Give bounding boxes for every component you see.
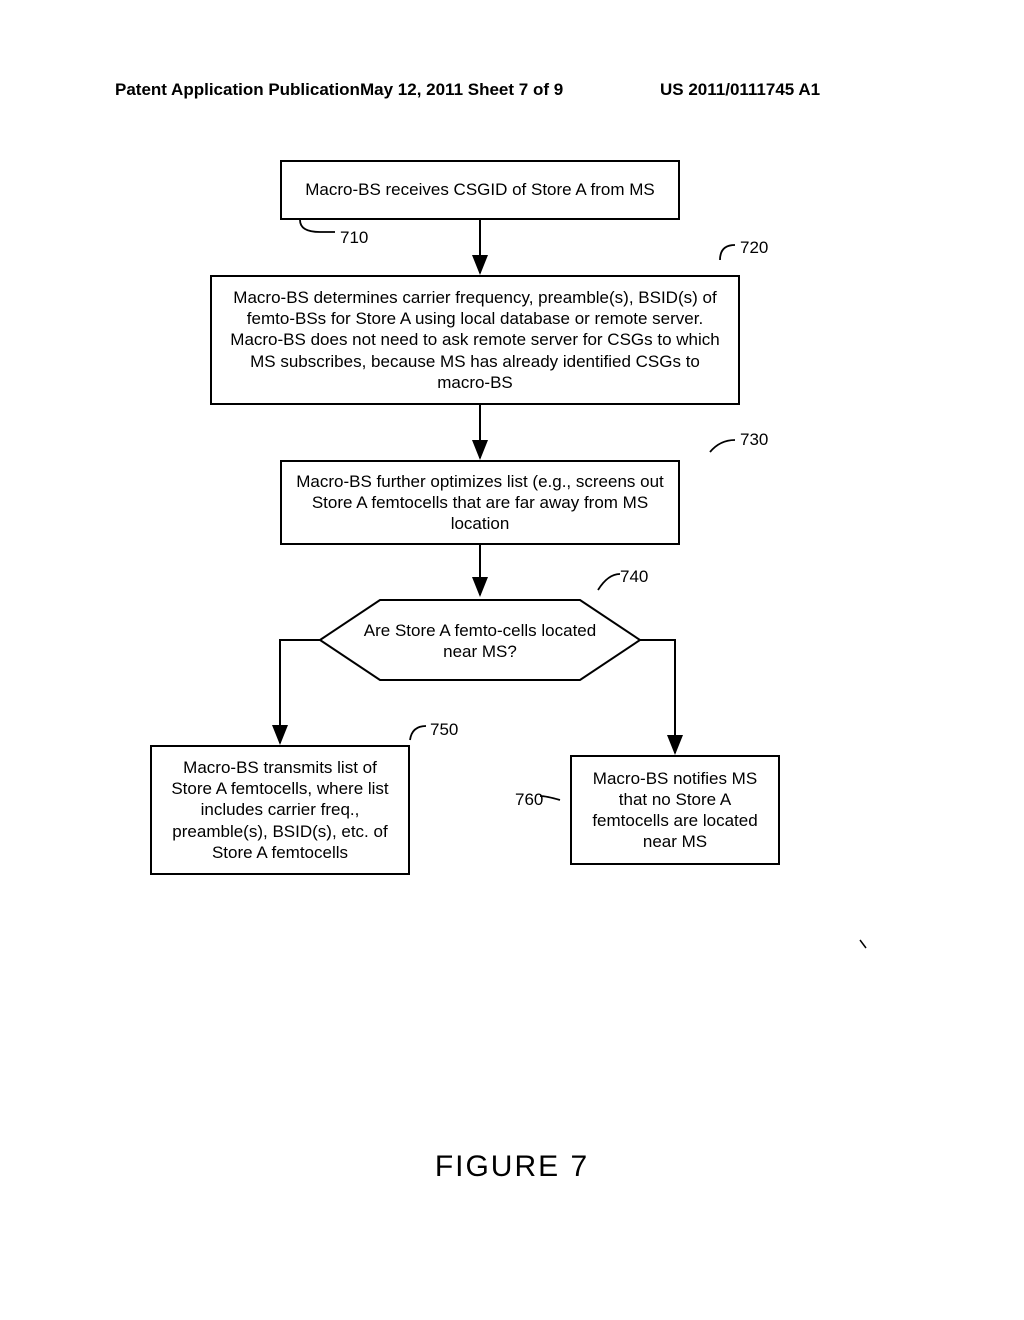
ref-760: 760 bbox=[515, 790, 543, 810]
ref-750: 750 bbox=[430, 720, 458, 740]
step-730: Macro-BS further optimizes list (e.g., s… bbox=[280, 460, 680, 545]
ref-740: 740 bbox=[620, 567, 648, 587]
step-710-text: Macro-BS receives CSGID of Store A from … bbox=[305, 179, 655, 200]
ref-720: 720 bbox=[740, 238, 768, 258]
ref-710: 710 bbox=[340, 228, 368, 248]
decision-740-text: Are Store A femto-cells located near MS? bbox=[355, 620, 605, 663]
header-left: Patent Application Publication bbox=[115, 80, 360, 100]
step-750-text: Macro-BS transmits list of Store A femto… bbox=[166, 757, 394, 863]
header-right: US 2011/0111745 A1 bbox=[660, 80, 820, 100]
step-720-text: Macro-BS determines carrier frequency, p… bbox=[226, 287, 724, 393]
step-720: Macro-BS determines carrier frequency, p… bbox=[210, 275, 740, 405]
step-710: Macro-BS receives CSGID of Store A from … bbox=[280, 160, 680, 220]
step-760: Macro-BS notifies MS that no Store A fem… bbox=[570, 755, 780, 865]
step-760-text: Macro-BS notifies MS that no Store A fem… bbox=[586, 768, 764, 853]
ref-730: 730 bbox=[740, 430, 768, 450]
header-mid: May 12, 2011 Sheet 7 of 9 bbox=[360, 80, 563, 100]
decision-740-label: Are Store A femto-cells located near MS? bbox=[364, 621, 596, 661]
step-750: Macro-BS transmits list of Store A femto… bbox=[150, 745, 410, 875]
figure-label: FIGURE 7 bbox=[0, 1150, 1024, 1184]
step-730-text: Macro-BS further optimizes list (e.g., s… bbox=[296, 471, 664, 535]
